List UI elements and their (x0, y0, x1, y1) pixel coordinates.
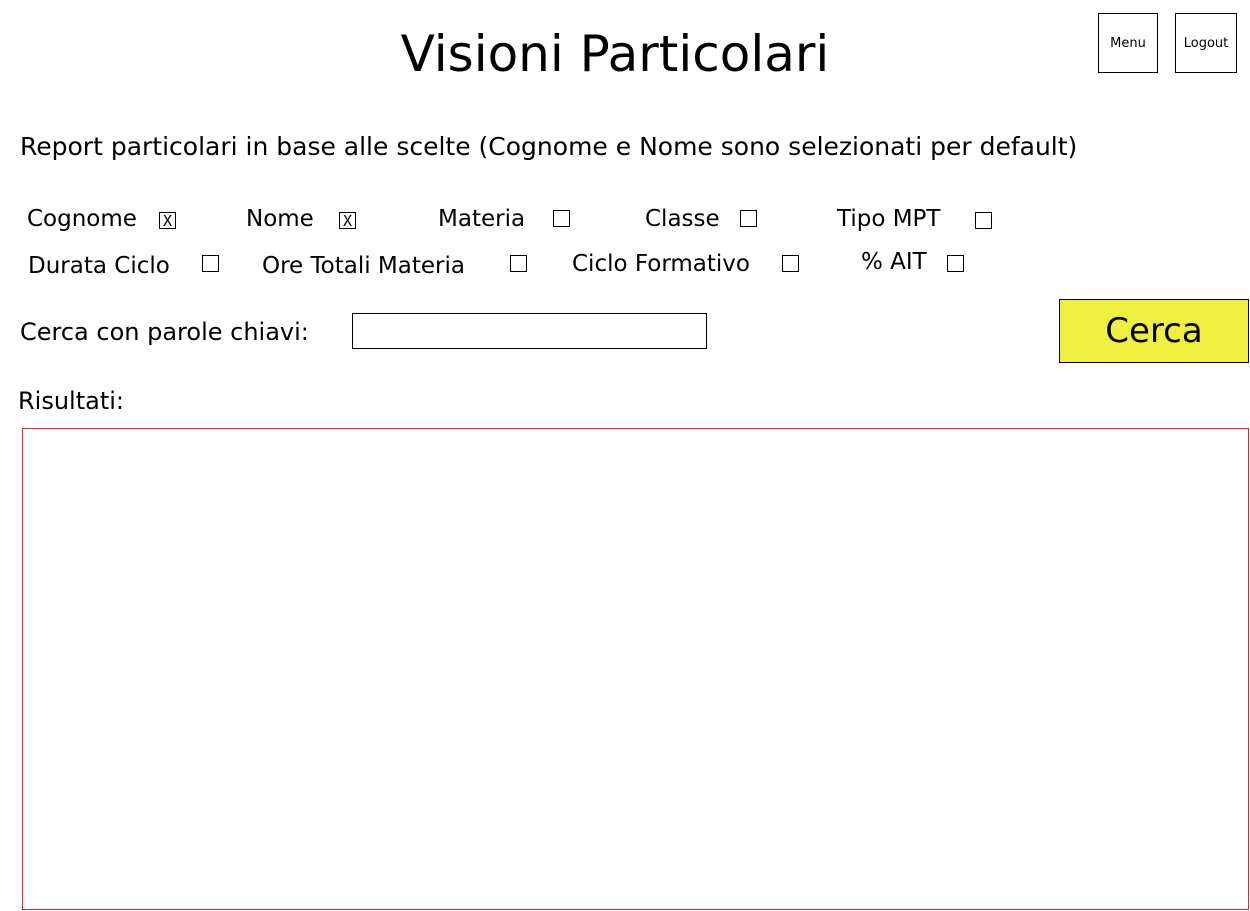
option-ciclo-formativo-checkbox[interactable] (782, 255, 799, 272)
option-cognome-label: Cognome (27, 206, 137, 232)
option-durata-ciclo-label: Durata Ciclo (28, 253, 170, 279)
option-ait-percent-checkbox[interactable] (947, 255, 964, 272)
option-materia-checkbox[interactable] (553, 210, 570, 227)
option-durata-ciclo-checkbox[interactable] (202, 255, 219, 272)
option-ciclo-formativo-label: Ciclo Formativo (572, 251, 750, 277)
option-classe-label: Classe (645, 206, 720, 232)
option-tipo-mpt-checkbox[interactable] (975, 212, 992, 229)
option-classe-checkbox[interactable] (740, 210, 757, 227)
option-tipo-mpt-label: Tipo MPT (837, 206, 941, 232)
option-nome-checkbox[interactable]: X (339, 212, 356, 229)
search-input[interactable] (352, 313, 707, 349)
results-label: Risultati: (18, 387, 125, 415)
option-nome-label: Nome (246, 206, 314, 232)
search-label: Cerca con parole chiavi: (20, 318, 309, 346)
menu-button[interactable]: Menu (1098, 13, 1158, 73)
option-ore-totali-materia-label: Ore Totali Materia (262, 253, 465, 279)
option-ore-totali-materia-checkbox[interactable] (510, 255, 527, 272)
logout-button[interactable]: Logout (1175, 13, 1237, 73)
page-subtitle: Report particolari in base alle scelte (… (20, 132, 1078, 161)
option-cognome-checkbox[interactable]: X (159, 212, 176, 229)
page-title: Visioni Particolari (400, 25, 830, 83)
option-materia-label: Materia (438, 206, 526, 232)
option-ait-percent-label: % AIT (861, 249, 927, 275)
search-button[interactable]: Cerca (1059, 299, 1249, 363)
results-area (22, 428, 1249, 910)
